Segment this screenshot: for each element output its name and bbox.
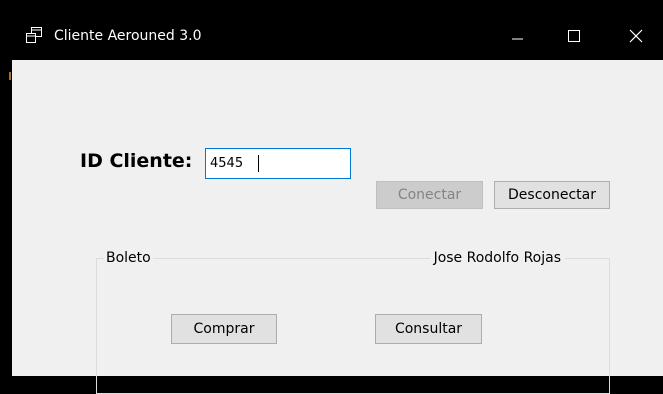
conectar-button[interactable]: Conectar xyxy=(376,181,483,209)
maximize-button[interactable] xyxy=(550,12,596,60)
id-cliente-label: ID Cliente: xyxy=(80,150,193,172)
close-button[interactable] xyxy=(617,12,663,60)
maximize-icon xyxy=(568,30,580,42)
minimize-icon xyxy=(512,38,523,40)
window-title: Cliente Aerouned 3.0 xyxy=(54,28,202,44)
client-area: ID Cliente: Conectar Desconectar Boleto … xyxy=(12,60,663,394)
text-caret xyxy=(258,155,259,172)
window-border xyxy=(0,60,12,376)
id-cliente-input[interactable] xyxy=(205,148,351,179)
close-icon xyxy=(629,29,643,43)
consultar-button[interactable]: Consultar xyxy=(375,314,482,344)
client-name-label: Jose Rodolfo Rojas xyxy=(429,249,565,267)
boleto-group: Boleto Jose Rodolfo Rojas Comprar Consul… xyxy=(96,249,610,394)
app-window: Cliente Aerouned 3.0 ID Cliente: Conecta… xyxy=(0,12,663,394)
title-bar[interactable]: Cliente Aerouned 3.0 xyxy=(0,12,663,60)
desconectar-button[interactable]: Desconectar xyxy=(494,181,610,209)
border-mark xyxy=(9,72,11,80)
minimize-button[interactable] xyxy=(494,12,540,60)
comprar-button[interactable]: Comprar xyxy=(171,314,277,344)
app-window-icon xyxy=(26,27,42,43)
group-title: Boleto xyxy=(104,249,153,267)
